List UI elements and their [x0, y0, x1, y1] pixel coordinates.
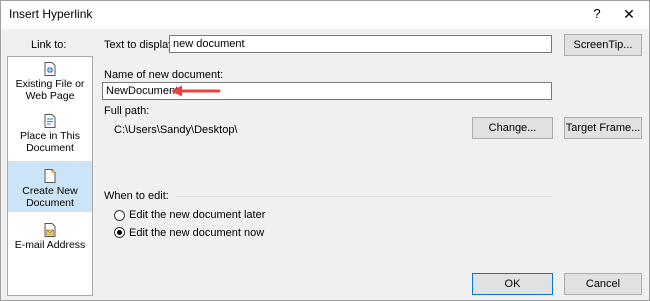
dialog-title: Insert Hyperlink [9, 7, 93, 21]
edit-later-label[interactable]: Edit the new document later [129, 209, 265, 221]
sidebar-item-email-address[interactable]: E-mail Address [8, 223, 92, 275]
edit-now-radio[interactable] [114, 227, 125, 238]
sidebar-item-existing-file[interactable]: Existing File or Web Page [8, 62, 92, 114]
help-button[interactable]: ? [587, 4, 607, 24]
place-in-document-icon [44, 114, 56, 128]
insert-hyperlink-dialog: Insert Hyperlink ? ✕ Link to: Existing F… [0, 0, 650, 301]
sidebar-item-create-new-document[interactable]: Create New Document [8, 161, 92, 212]
target-frame-button[interactable]: Target Frame... [564, 117, 642, 139]
change-button[interactable]: Change... [472, 117, 553, 139]
sidebar-item-label: Web Page [25, 90, 75, 102]
create-new-document-icon [44, 169, 56, 183]
sidebar-item-label: Create New [22, 185, 78, 197]
new-document-name-label: Name of new document: [104, 69, 224, 81]
title-bar: Insert Hyperlink ? ✕ [1, 1, 649, 29]
arrow-annotation-icon [171, 85, 221, 97]
close-button[interactable]: ✕ [619, 4, 639, 24]
full-path-value: C:\Users\Sandy\Desktop\ [114, 124, 238, 136]
when-to-edit-label: When to edit: [104, 190, 169, 202]
email-icon [44, 223, 56, 237]
edit-now-label[interactable]: Edit the new document now [129, 227, 264, 239]
sidebar-item-place-in-document[interactable]: Place in This Document [8, 114, 92, 166]
link-to-sidebar: Existing File or Web Page Place in This … [7, 56, 93, 296]
screentip-button[interactable]: ScreenTip... [564, 34, 642, 56]
edit-later-radio[interactable] [114, 210, 125, 221]
cancel-button[interactable]: Cancel [564, 273, 642, 295]
ok-button[interactable]: OK [472, 273, 553, 295]
sidebar-item-label: Document [26, 142, 74, 154]
link-to-label: Link to: [31, 39, 67, 51]
full-path-label: Full path: [104, 105, 150, 117]
text-to-display-label: Text to display: [104, 39, 177, 51]
sidebar-item-label: E-mail Address [14, 239, 86, 251]
existing-file-icon [44, 62, 56, 76]
sidebar-item-label: Document [26, 197, 74, 209]
sidebar-item-label: Existing File or [15, 78, 85, 90]
text-to-display-input[interactable]: new document [169, 35, 552, 53]
separator [176, 196, 552, 197]
sidebar-item-label: Place in This [20, 130, 80, 142]
